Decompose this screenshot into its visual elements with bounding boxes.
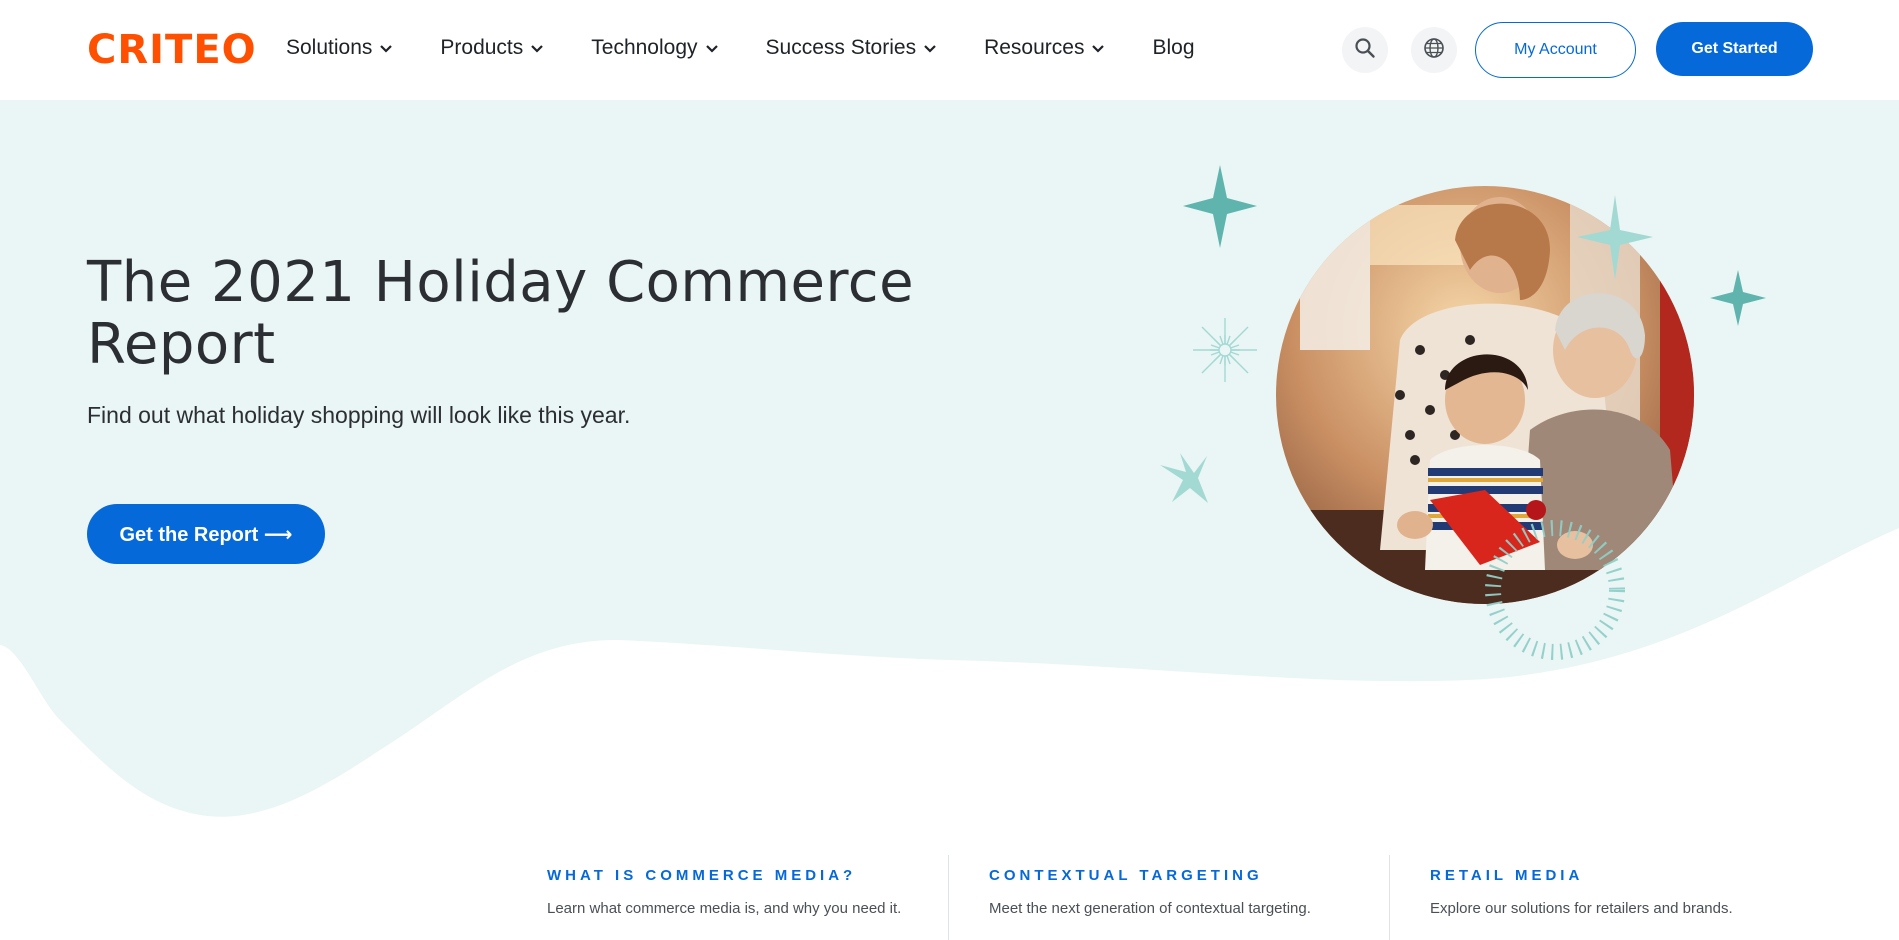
- card-description: Learn what commerce media is, and why yo…: [547, 900, 902, 917]
- sparkle-star-icon: [1183, 165, 1257, 248]
- nav-item-products[interactable]: Products: [440, 36, 545, 60]
- card-contextual-targeting[interactable]: CONTEXTUAL TARGETING Meet the next gener…: [948, 855, 1389, 940]
- search-button[interactable]: [1342, 27, 1388, 73]
- nav-item-label: Technology: [591, 36, 698, 59]
- nav-item-label: Success Stories: [765, 36, 917, 59]
- nav-item-solutions[interactable]: Solutions: [286, 36, 394, 60]
- nav-item-label: Resources: [984, 36, 1085, 59]
- nav-item-blog[interactable]: Blog: [1152, 36, 1194, 60]
- nav-item-technology[interactable]: Technology: [591, 36, 719, 60]
- card-title: RETAIL MEDIA: [1430, 867, 1584, 884]
- main-nav: Solutions Products Technology Success St…: [286, 36, 1241, 60]
- nav-item-label: Blog: [1152, 36, 1195, 59]
- sparkle-star-icon: [1710, 270, 1766, 326]
- criteo-logo[interactable]: CRITEO: [87, 30, 257, 70]
- card-title: CONTEXTUAL TARGETING: [989, 867, 1263, 884]
- nav-item-label: Products: [440, 36, 524, 59]
- nav-item-resources[interactable]: Resources: [984, 36, 1106, 60]
- sparkle-star-icon: [1160, 453, 1208, 503]
- feature-links: WHAT IS COMMERCE MEDIA? Learn what comme…: [507, 855, 1847, 940]
- nav-item-success-stories[interactable]: Success Stories: [766, 36, 939, 60]
- sunburst-icon: [1193, 318, 1257, 382]
- language-button[interactable]: [1411, 27, 1457, 73]
- nav-item-label: Solutions: [286, 36, 373, 59]
- my-account-button[interactable]: My Account: [1475, 22, 1636, 78]
- site-header: CRITEO Solutions Products Technology Suc…: [0, 0, 1899, 100]
- card-title: WHAT IS COMMERCE MEDIA?: [547, 867, 857, 884]
- chevron-down-icon: [1090, 40, 1106, 56]
- get-the-report-button[interactable]: Get the Report ⟶: [87, 504, 325, 564]
- card-commerce-media[interactable]: WHAT IS COMMERCE MEDIA? Learn what comme…: [507, 855, 948, 940]
- card-description: Meet the next generation of contextual t…: [989, 900, 1311, 917]
- chevron-down-icon: [922, 40, 938, 56]
- search-icon: [1354, 37, 1376, 64]
- chevron-down-icon: [529, 40, 545, 56]
- hero-photo: [1276, 186, 1694, 604]
- get-started-button[interactable]: Get Started: [1656, 22, 1813, 76]
- card-retail-media[interactable]: RETAIL MEDIA Explore our solutions for r…: [1389, 855, 1830, 940]
- hero-illustration: [1160, 165, 1766, 660]
- card-description: Explore our solutions for retailers and …: [1430, 900, 1733, 917]
- hero-subtitle: Find out what holiday shopping will look…: [87, 402, 631, 428]
- chevron-down-icon: [378, 40, 394, 56]
- chevron-down-icon: [704, 40, 720, 56]
- hero-title: The 2021 Holiday Commerce Report: [87, 250, 915, 377]
- globe-icon: [1423, 37, 1445, 64]
